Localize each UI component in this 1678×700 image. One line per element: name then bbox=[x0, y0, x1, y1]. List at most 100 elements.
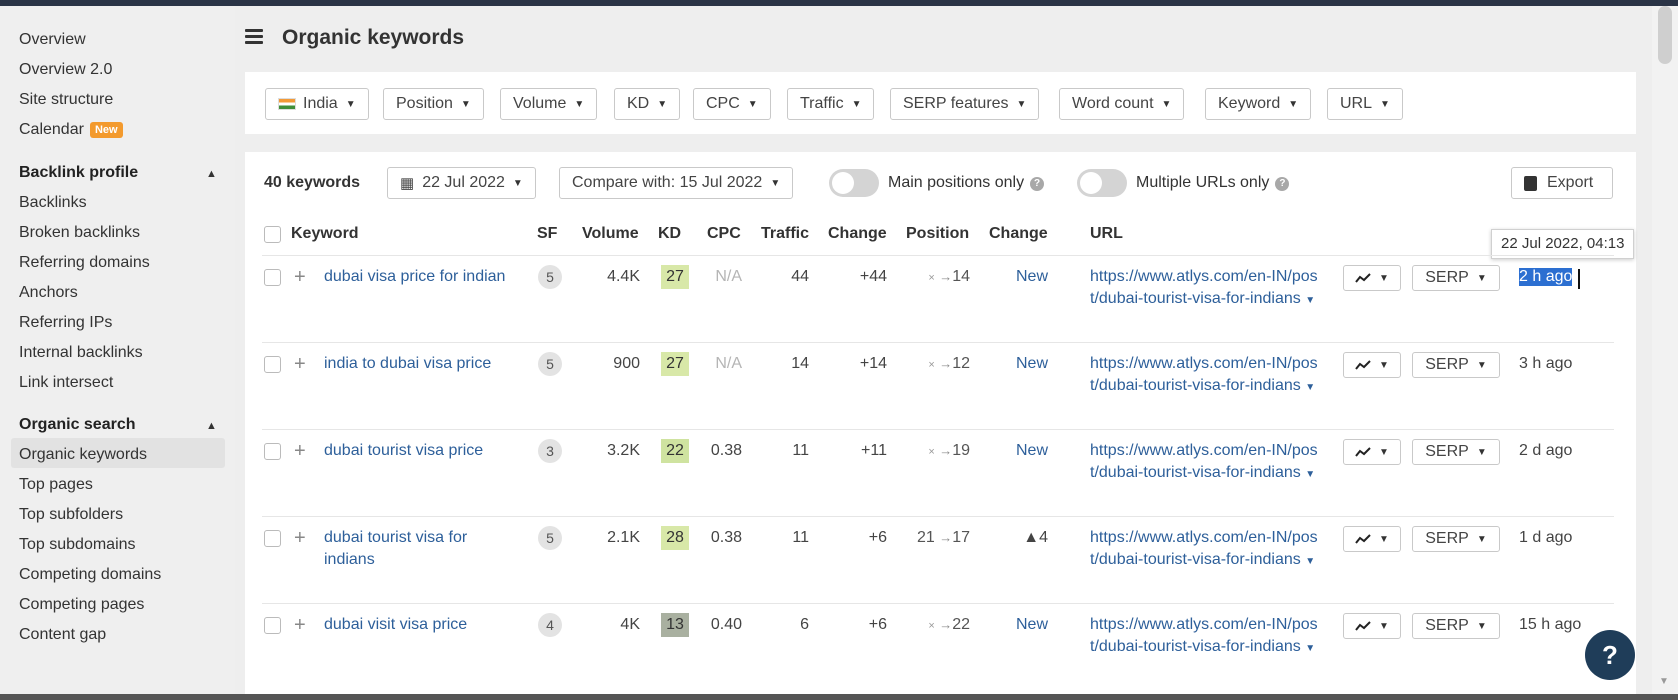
filter-position[interactable]: Position ▼ bbox=[383, 88, 484, 120]
multiple-urls-toggle[interactable] bbox=[1077, 169, 1127, 197]
filter-country[interactable]: India ▼ bbox=[265, 88, 369, 120]
sidebar-item-top-subdomains[interactable]: Top subdomains bbox=[19, 536, 136, 554]
row-checkbox[interactable] bbox=[264, 530, 281, 547]
sidebar-item-calendar[interactable]: Calendar New bbox=[19, 121, 123, 139]
sidebar-item-anchors[interactable]: Anchors bbox=[19, 284, 78, 302]
serp-features-count[interactable]: 3 bbox=[538, 439, 562, 463]
serp-features-count[interactable]: 5 bbox=[538, 265, 562, 289]
collapse-caret-icon[interactable]: ▲ bbox=[206, 420, 217, 432]
sidebar-item-competing-domains[interactable]: Competing domains bbox=[19, 566, 161, 584]
column-header-cpc[interactable]: CPC bbox=[707, 225, 741, 243]
sidebar-item-content-gap[interactable]: Content gap bbox=[19, 626, 106, 644]
trend-chart-button[interactable]: ▼ bbox=[1343, 265, 1401, 291]
sidebar-item-broken-backlinks[interactable]: Broken backlinks bbox=[19, 224, 140, 242]
column-header-keyword[interactable]: Keyword bbox=[291, 225, 359, 243]
sidebar-item-top-subfolders[interactable]: Top subfolders bbox=[19, 506, 123, 524]
filter-keyword[interactable]: Keyword ▼ bbox=[1205, 88, 1312, 120]
add-to-list-icon[interactable]: + bbox=[294, 354, 306, 374]
add-to-list-icon[interactable]: + bbox=[294, 528, 306, 548]
keyword-link[interactable]: dubai visa price for indian bbox=[324, 266, 514, 288]
export-button[interactable]: Export bbox=[1511, 167, 1613, 199]
collapse-caret-icon[interactable]: ▲ bbox=[206, 168, 217, 180]
serp-features-count[interactable]: 5 bbox=[538, 352, 562, 376]
filter-url[interactable]: URL ▼ bbox=[1327, 88, 1403, 120]
column-header-traffic[interactable]: Traffic bbox=[761, 225, 809, 243]
row-checkbox[interactable] bbox=[264, 617, 281, 634]
scroll-down-arrow-icon[interactable]: ▼ bbox=[1659, 676, 1669, 687]
sidebar-item-referring-domains[interactable]: Referring domains bbox=[19, 254, 150, 272]
chevron-down-icon[interactable]: ▼ bbox=[1305, 556, 1315, 567]
sidebar-item-overview-2[interactable]: Overview 2.0 bbox=[19, 61, 112, 79]
row-checkbox[interactable] bbox=[264, 356, 281, 373]
url-link[interactable]: https://www.atlys.com/en-IN/post/dubai-t… bbox=[1090, 614, 1320, 694]
compare-dropdown[interactable]: Compare with: 15 Jul 2022 ▼ bbox=[559, 167, 794, 199]
column-header-kd[interactable]: KD bbox=[658, 225, 681, 243]
trend-chart-button[interactable]: ▼ bbox=[1343, 439, 1401, 465]
filter-serp-features[interactable]: SERP features ▼ bbox=[890, 88, 1040, 120]
filter-volume[interactable]: Volume ▼ bbox=[500, 88, 598, 120]
scrollbar[interactable] bbox=[1652, 6, 1678, 700]
sidebar-item-referring-ips[interactable]: Referring IPs bbox=[19, 314, 112, 332]
sidebar-section-backlink-profile[interactable]: Backlink profile bbox=[19, 164, 138, 182]
sidebar-item-overview[interactable]: Overview bbox=[19, 31, 86, 49]
url-link[interactable]: https://www.atlys.com/en-IN/post/dubai-t… bbox=[1090, 440, 1320, 486]
url-link[interactable]: https://www.atlys.com/en-IN/post/dubai-t… bbox=[1090, 353, 1320, 399]
date-picker[interactable]: ▦ 22 Jul 2022 ▼ bbox=[387, 167, 536, 199]
main-positions-toggle[interactable] bbox=[829, 169, 879, 197]
filter-word-count[interactable]: Word count ▼ bbox=[1059, 88, 1185, 120]
sidebar-item-organic-keywords[interactable]: Organic keywords bbox=[19, 446, 147, 464]
row-divider bbox=[262, 516, 1614, 517]
sidebar-item-link-intersect[interactable]: Link intersect bbox=[19, 374, 113, 392]
add-to-list-icon[interactable]: + bbox=[294, 615, 306, 635]
serp-features-count[interactable]: 5 bbox=[538, 526, 562, 550]
sidebar-item-competing-pages[interactable]: Competing pages bbox=[19, 596, 144, 614]
sidebar-section-organic-search[interactable]: Organic search bbox=[19, 416, 136, 434]
menu-icon[interactable] bbox=[245, 29, 263, 47]
help-button[interactable]: ? bbox=[1585, 630, 1635, 680]
keyword-link[interactable]: dubai tourist visa price bbox=[324, 440, 544, 462]
chevron-down-icon[interactable]: ▼ bbox=[1305, 469, 1315, 480]
sidebar-item-internal-backlinks[interactable]: Internal backlinks bbox=[19, 344, 143, 362]
column-header-change[interactable]: Change bbox=[828, 225, 887, 243]
scrollbar-thumb[interactable] bbox=[1658, 6, 1672, 64]
row-checkbox[interactable] bbox=[264, 443, 281, 460]
select-all-checkbox[interactable] bbox=[264, 226, 281, 243]
filter-cpc[interactable]: CPC ▼ bbox=[693, 88, 771, 120]
trend-chart-button[interactable]: ▼ bbox=[1343, 613, 1401, 639]
keyword-link[interactable]: india to dubai visa price bbox=[324, 353, 544, 375]
column-header-sf[interactable]: SF bbox=[537, 225, 557, 243]
sidebar-item-site-structure[interactable]: Site structure bbox=[19, 91, 113, 109]
new-badge: New bbox=[89, 122, 123, 138]
row-checkbox[interactable] bbox=[264, 269, 281, 286]
serp-features-count[interactable]: 4 bbox=[538, 613, 562, 637]
add-to-list-icon[interactable]: + bbox=[294, 267, 306, 287]
add-to-list-icon[interactable]: + bbox=[294, 441, 306, 461]
help-icon[interactable]: ? bbox=[1030, 177, 1045, 191]
column-header-position-change[interactable]: Change bbox=[989, 225, 1048, 243]
chevron-down-icon[interactable]: ▼ bbox=[1305, 295, 1315, 306]
filter-kd[interactable]: KD ▼ bbox=[614, 88, 681, 120]
column-header-volume[interactable]: Volume bbox=[582, 225, 639, 243]
kd-badge: 28 bbox=[661, 526, 689, 550]
trend-chart-button[interactable]: ▼ bbox=[1343, 352, 1401, 378]
keyword-link[interactable]: dubai visit visa price bbox=[324, 614, 514, 636]
url-link[interactable]: https://www.atlys.com/en-IN/post/dubai-t… bbox=[1090, 266, 1320, 312]
serp-button[interactable]: SERP ▼ bbox=[1412, 352, 1500, 378]
help-icon[interactable]: ? bbox=[1275, 177, 1290, 191]
column-header-position[interactable]: Position bbox=[906, 225, 969, 243]
serp-button[interactable]: SERP ▼ bbox=[1412, 526, 1500, 552]
serp-button[interactable]: SERP ▼ bbox=[1412, 265, 1500, 291]
keyword-link[interactable]: dubai tourist visa for indians bbox=[324, 527, 514, 571]
url-link[interactable]: https://www.atlys.com/en-IN/post/dubai-t… bbox=[1090, 527, 1320, 573]
filter-traffic[interactable]: Traffic ▼ bbox=[787, 88, 875, 120]
chevron-down-icon[interactable]: ▼ bbox=[1305, 643, 1315, 654]
filter-bar: India ▼ Position ▼ Volume ▼ KD ▼ CPC ▼ Traffi… bbox=[245, 72, 1636, 134]
column-header-url[interactable]: URL bbox=[1090, 225, 1123, 243]
sidebar-item-backlinks[interactable]: Backlinks bbox=[19, 194, 87, 212]
serp-button[interactable]: SERP ▼ bbox=[1412, 613, 1500, 639]
sidebar-item-top-pages[interactable]: Top pages bbox=[19, 476, 93, 494]
chevron-down-icon[interactable]: ▼ bbox=[1305, 382, 1315, 393]
position-value: × →12 bbox=[912, 355, 970, 373]
serp-button[interactable]: SERP ▼ bbox=[1412, 439, 1500, 465]
trend-chart-button[interactable]: ▼ bbox=[1343, 526, 1401, 552]
